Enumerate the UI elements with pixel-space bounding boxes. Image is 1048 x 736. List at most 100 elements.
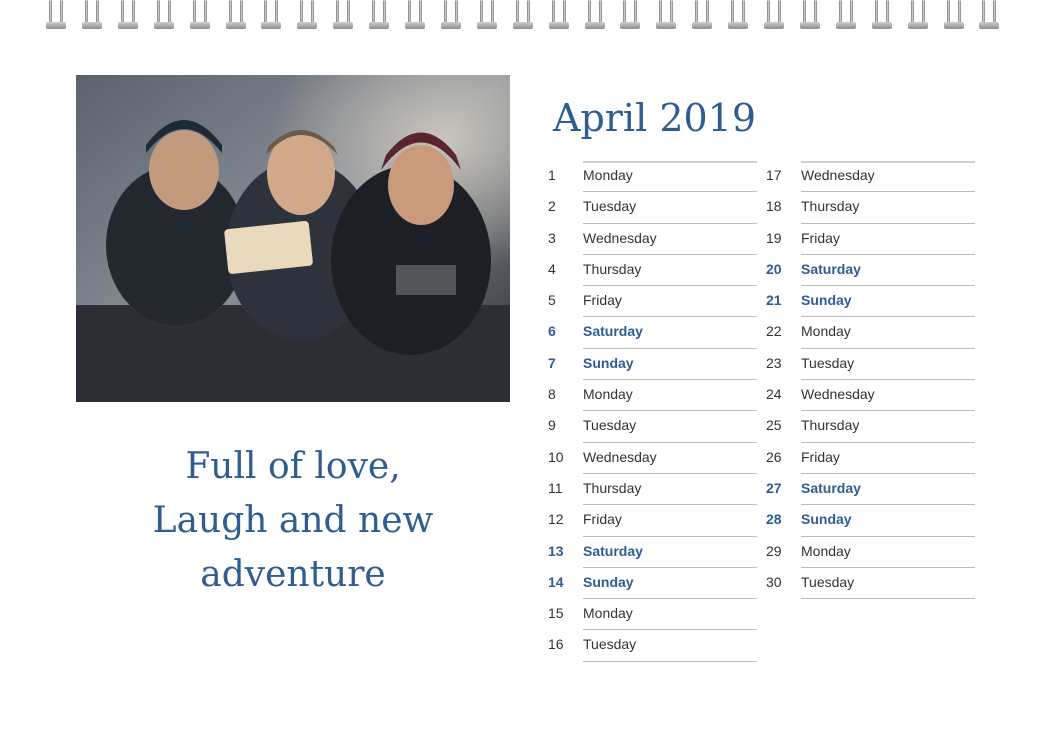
spiral-ring (584, 0, 605, 30)
row-rule (583, 347, 757, 349)
weekday-name: Sunday (583, 354, 634, 371)
row-rule (583, 472, 757, 474)
row-rule (583, 441, 757, 443)
spiral-ring (656, 0, 677, 30)
weekday-name: Saturday (801, 479, 861, 496)
day-number: 10 (548, 448, 564, 465)
day-number: 25 (766, 417, 782, 434)
row-rule (583, 410, 757, 412)
row-rule (801, 285, 975, 287)
spiral-binding (0, 0, 1048, 40)
weekday-name: Sunday (801, 511, 852, 528)
spiral-ring (46, 0, 66, 30)
row-rule (583, 253, 757, 255)
row-rule (801, 472, 975, 474)
day-number: 28 (766, 511, 782, 528)
day-number: 15 (548, 605, 564, 622)
spiral-ring (835, 0, 856, 30)
weekday-name: Monday (583, 167, 633, 183)
day-number: 14 (548, 573, 564, 590)
day-number: 3 (548, 229, 556, 246)
row-rule (583, 629, 757, 631)
spiral-ring (799, 0, 820, 30)
weekday-name: Friday (801, 229, 840, 246)
row-rule (801, 222, 975, 224)
spiral-ring (117, 0, 138, 30)
spiral-ring (728, 0, 749, 30)
day-number: 20 (766, 260, 782, 277)
spiral-ring (548, 0, 569, 30)
row-rule (583, 316, 757, 318)
row-rule (801, 253, 975, 255)
caption-line-2: Laugh and new (152, 500, 434, 541)
row-rule (583, 191, 757, 193)
weekday-name: Friday (801, 448, 840, 465)
row-rule (583, 535, 757, 537)
spiral-ring (692, 0, 713, 30)
row-rule (583, 566, 757, 568)
day-number: 5 (548, 292, 556, 309)
weekday-name: Wednesday (583, 229, 657, 246)
spiral-ring (297, 0, 318, 30)
weekday-name: Tuesday (801, 354, 855, 371)
weekday-name: Wednesday (801, 167, 875, 183)
day-number: 9 (548, 417, 556, 434)
weekday-name: Saturday (801, 260, 861, 277)
weekday-name: Tuesday (801, 573, 855, 590)
spiral-ring (369, 0, 390, 30)
row-rule (801, 535, 975, 537)
weekday-name: Tuesday (583, 636, 637, 653)
row-rule (801, 598, 975, 600)
weekday-name: Saturday (583, 542, 643, 559)
weekday-name: Thursday (801, 417, 860, 434)
weekday-name: Friday (583, 292, 622, 309)
day-number: 24 (766, 386, 782, 403)
spiral-ring (907, 0, 928, 30)
spiral-ring (476, 0, 497, 30)
row-rule (583, 222, 757, 224)
weekday-name: Saturday (583, 323, 643, 340)
weekday-name: Thursday (801, 198, 860, 215)
month-title: April 2019 (553, 96, 757, 140)
day-number: 8 (548, 386, 556, 403)
weekday-name: Monday (801, 323, 851, 340)
spiral-ring (943, 0, 964, 30)
caption-line-3: adventure (200, 554, 386, 595)
spiral-ring (81, 0, 102, 30)
day-number: 16 (548, 636, 564, 653)
photo (76, 75, 510, 402)
row-rule (801, 566, 975, 568)
day-number: 1 (548, 167, 556, 183)
weekday-name: Sunday (801, 292, 852, 309)
spiral-ring (261, 0, 282, 30)
day-number: 12 (548, 511, 564, 528)
day-number: 6 (548, 323, 556, 340)
weekday-name: Sunday (583, 573, 634, 590)
spiral-ring (225, 0, 246, 30)
day-number: 30 (766, 573, 782, 590)
spiral-ring (405, 0, 425, 30)
weekday-name: Wednesday (801, 386, 875, 403)
row-rule (801, 191, 975, 193)
weekday-name: Monday (583, 605, 633, 622)
row-rule (583, 660, 757, 662)
row-rule (801, 379, 975, 381)
weekday-name: Wednesday (583, 448, 657, 465)
day-number: 26 (766, 448, 782, 465)
photo-image (76, 75, 510, 402)
day-number: 19 (766, 229, 782, 246)
spiral-ring (979, 0, 1000, 30)
weekday-name: Tuesday (583, 417, 637, 434)
caption-line-1: Full of love, (185, 446, 401, 487)
weekday-name: Thursday (583, 260, 642, 277)
spiral-ring (153, 0, 174, 30)
row-rule (801, 347, 975, 349)
spiral-ring (620, 0, 641, 30)
row-rule (583, 285, 757, 287)
day-number: 7 (548, 354, 556, 371)
weekday-name: Thursday (583, 479, 642, 496)
day-number: 23 (766, 354, 782, 371)
row-rule (583, 504, 757, 506)
spiral-ring (871, 0, 892, 30)
weekday-name: Monday (583, 386, 633, 403)
